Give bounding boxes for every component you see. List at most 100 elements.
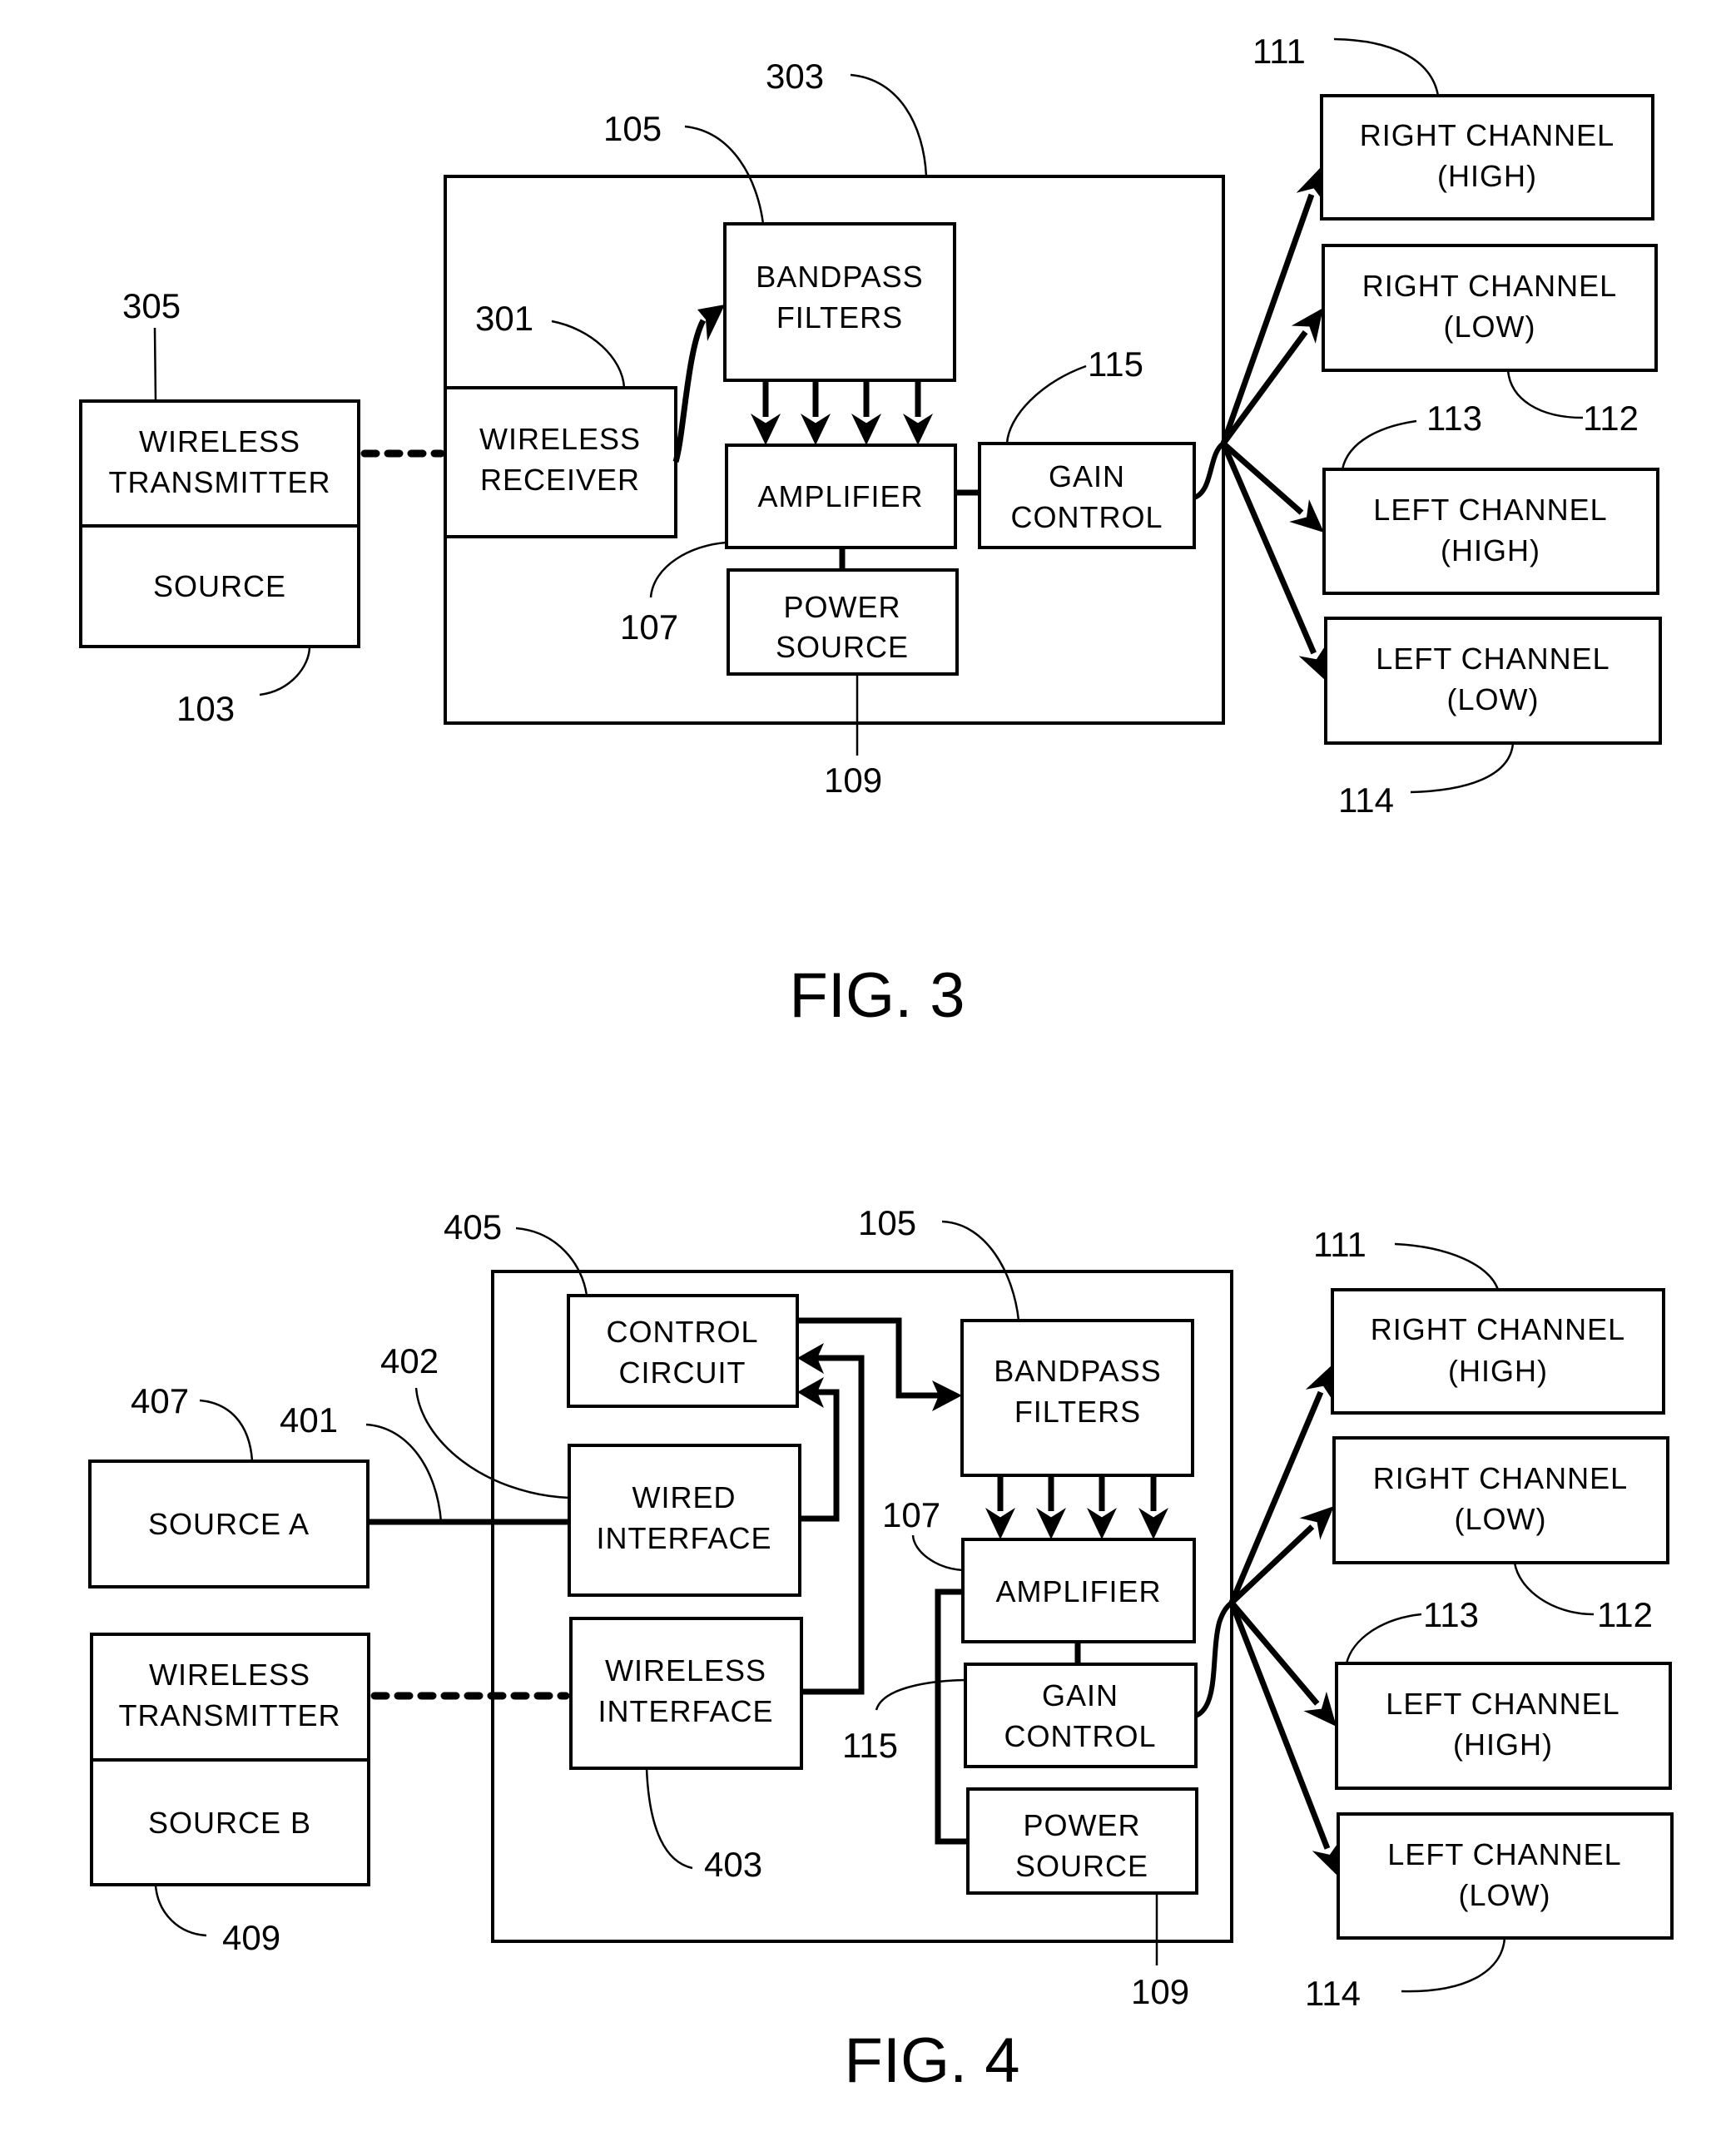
- fig3-ref-105: 105: [603, 109, 662, 148]
- fig3-wireless-transmitter-box: [79, 399, 360, 528]
- fig3-ref-114: 114: [1338, 781, 1394, 820]
- fig4-source-b-label: SOURCE B: [148, 1806, 311, 1840]
- fig4-output-right-low-shaft: [1229, 1524, 1315, 1605]
- fig4-leader-112: [1513, 1562, 1595, 1616]
- fig3-bandpass-line2: FILTERS: [776, 300, 903, 335]
- fig3-leader-111: [1333, 37, 1440, 97]
- fig4-rcl-line1: RIGHT CHANNEL: [1373, 1461, 1628, 1495]
- fig3-lch-line2: (HIGH): [1441, 533, 1540, 567]
- fig4-leader-409: [154, 1885, 207, 1937]
- fig3-ref-112: 112: [1583, 399, 1639, 438]
- fig3-leader-303: [850, 73, 928, 177]
- fig4-wired-line2: INTERFACE: [596, 1521, 771, 1555]
- fig3-ref-303: 303: [766, 57, 824, 96]
- fig4-ref-409: 409: [222, 1918, 280, 1957]
- fig4-ref-405: 405: [444, 1207, 502, 1246]
- fig4-bandpass-line1: BANDPASS: [994, 1354, 1161, 1388]
- fig3-gain-line2: CONTROL: [1010, 500, 1163, 534]
- fig4-lch-line2: (HIGH): [1453, 1727, 1553, 1762]
- fig4-bandpass-line2: FILTERS: [1014, 1395, 1141, 1429]
- fig4-output-fan-arrows: [1228, 1365, 1341, 1876]
- fig3-left-channel-low-box: [1324, 617, 1662, 745]
- fig4-lcl-line1: LEFT CHANNEL: [1387, 1837, 1621, 1871]
- fig4-gain-line1: GAIN: [1042, 1678, 1118, 1712]
- fig4-leader-114: [1401, 1937, 1506, 1993]
- fig3-output-right-high-shaft: [1220, 193, 1315, 445]
- fig3-gain-line1: GAIN: [1049, 459, 1125, 493]
- fig3-output-right-low-shaft: [1221, 330, 1308, 446]
- figure-4: SOURCE A WIRELESS TRANSMITTER SOURCE B C…: [88, 1203, 1674, 2096]
- fig4-wireless-interface-box: [569, 1617, 803, 1770]
- fig4-ref-402: 402: [380, 1341, 439, 1380]
- fig4-gain-line2: CONTROL: [1004, 1719, 1156, 1753]
- fig3-ref-103: 103: [176, 689, 235, 728]
- fig4-control-line1: CONTROL: [606, 1315, 758, 1349]
- fig4-wireless-transmitter-box: [90, 1633, 370, 1762]
- fig3-leader-113: [1341, 419, 1417, 470]
- fig3-output-left-low-shaft: [1220, 442, 1317, 655]
- fig3-wireless-transmitter-line2: TRANSMITTER: [109, 465, 331, 499]
- fig4-leader-401: [365, 1423, 443, 1523]
- fig4-amplifier-label: AMPLIFIER: [995, 1574, 1161, 1608]
- fig3-output-left-high-shaft: [1221, 441, 1304, 515]
- fig4-control-circuit-box: [567, 1294, 799, 1408]
- fig3-power-line1: POWER: [783, 590, 900, 624]
- fig4-rch-line2: (HIGH): [1448, 1354, 1548, 1388]
- fig3-bandpass-line1: BANDPASS: [756, 260, 923, 294]
- fig3-leader-103: [259, 646, 311, 696]
- fig3-ref-301: 301: [475, 299, 533, 338]
- fig3-right-channel-low-box: [1322, 244, 1658, 372]
- fig4-wired-line1: WIRED: [632, 1480, 737, 1514]
- fig3-lcl-line1: LEFT CHANNEL: [1376, 642, 1610, 676]
- fig4-ref-407: 407: [131, 1381, 189, 1420]
- fig4-ref-109: 109: [1131, 1972, 1189, 2011]
- fig4-lch-line1: LEFT CHANNEL: [1386, 1687, 1619, 1721]
- fig4-wt-line2: TRANSMITTER: [119, 1698, 341, 1732]
- fig3-rch-line1: RIGHT CHANNEL: [1360, 118, 1614, 152]
- fig3-ref-111: 111: [1252, 32, 1306, 71]
- fig4-ref-113: 113: [1423, 1595, 1479, 1634]
- fig4-wireless-iface-line2: INTERFACE: [598, 1694, 773, 1728]
- fig3-ref-305: 305: [122, 286, 181, 325]
- fig4-ref-115: 115: [842, 1726, 898, 1765]
- fig4-ref-403: 403: [704, 1845, 762, 1884]
- figure-3: WIRELESS TRANSMITTER SOURCE WIRELESS REC…: [79, 32, 1662, 1031]
- fig4-output-left-high-shaft: [1229, 1600, 1320, 1706]
- fig4-right-channel-high-box: [1331, 1288, 1665, 1415]
- fig4-ref-105: 105: [858, 1203, 916, 1242]
- fig4-left-channel-high-box: [1335, 1662, 1672, 1790]
- patent-drawing-sheet: WIRELESS TRANSMITTER SOURCE WIRELESS REC…: [79, 32, 1674, 2096]
- fig3-lch-line1: LEFT CHANNEL: [1373, 493, 1607, 527]
- fig3-rcl-line1: RIGHT CHANNEL: [1362, 269, 1617, 303]
- fig4-leader-407: [199, 1399, 254, 1462]
- fig4-ref-114: 114: [1305, 1974, 1361, 2013]
- fig3-leader-112: [1506, 369, 1584, 419]
- fig4-lcl-line2: (LOW): [1459, 1878, 1551, 1912]
- fig4-wired-interface-box: [568, 1444, 801, 1597]
- fig3-lcl-line2: (LOW): [1447, 682, 1540, 716]
- fig4-right-channel-low-box: [1332, 1436, 1669, 1564]
- fig3-caption: FIG. 3: [789, 960, 965, 1031]
- fig4-rcl-line2: (LOW): [1455, 1502, 1547, 1536]
- fig4-power-line2: SOURCE: [1015, 1849, 1148, 1883]
- fig3-transmitter-source-block: WIRELESS TRANSMITTER SOURCE: [79, 399, 360, 648]
- fig3-ref-115: 115: [1088, 344, 1143, 384]
- fig3-ref-107: 107: [620, 607, 678, 647]
- fig3-leader-114: [1410, 742, 1515, 794]
- fig3-left-channel-high-box: [1322, 468, 1659, 595]
- fig3-ref-109: 109: [824, 761, 882, 800]
- fig4-ref-107: 107: [882, 1495, 940, 1534]
- fig4-rch-line1: RIGHT CHANNEL: [1371, 1312, 1625, 1346]
- fig3-right-channel-high-box: [1320, 94, 1654, 221]
- fig3-wireless-transmitter-line1: WIRELESS: [139, 424, 300, 458]
- fig4-ref-401: 401: [280, 1400, 338, 1440]
- fig3-ref-113: 113: [1426, 399, 1482, 438]
- fig4-leader-111: [1394, 1242, 1500, 1291]
- fig3-amplifier-label: AMPLIFIER: [757, 479, 923, 513]
- fig4-power-line1: POWER: [1023, 1808, 1140, 1842]
- fig4-output-left-low-shaft: [1228, 1601, 1331, 1850]
- fig3-output-right-low-arrowhead: [1291, 308, 1323, 344]
- fig4-wt-line1: WIRELESS: [149, 1658, 310, 1692]
- fig3-source-label: SOURCE: [153, 569, 286, 603]
- fig4-leader-113: [1345, 1613, 1422, 1664]
